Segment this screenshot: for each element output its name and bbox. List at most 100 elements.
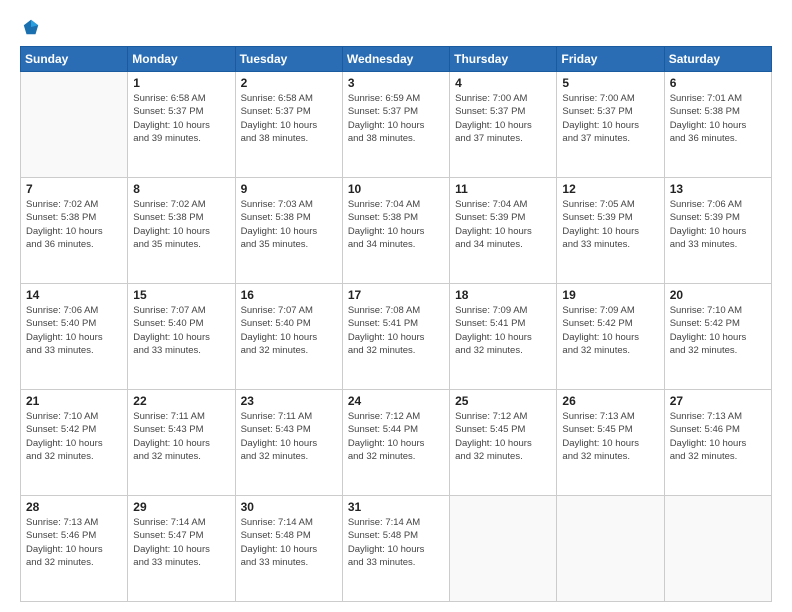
day-number: 17	[348, 288, 444, 302]
calendar-cell: 30 Sunrise: 7:14 AM Sunset: 5:48 PM Dayli…	[235, 496, 342, 602]
day-info: Sunrise: 7:14 AM Sunset: 5:48 PM Dayligh…	[241, 516, 337, 569]
calendar-cell: 15 Sunrise: 7:07 AM Sunset: 5:40 PM Dayli…	[128, 284, 235, 390]
calendar-cell: 28 Sunrise: 7:13 AM Sunset: 5:46 PM Dayli…	[21, 496, 128, 602]
day-info: Sunrise: 7:06 AM Sunset: 5:40 PM Dayligh…	[26, 304, 122, 357]
day-header-friday: Friday	[557, 47, 664, 72]
day-info: Sunrise: 7:11 AM Sunset: 5:43 PM Dayligh…	[241, 410, 337, 463]
day-number: 1	[133, 76, 229, 90]
calendar-cell: 13 Sunrise: 7:06 AM Sunset: 5:39 PM Dayli…	[664, 178, 771, 284]
day-info: Sunrise: 7:02 AM Sunset: 5:38 PM Dayligh…	[26, 198, 122, 251]
day-number: 6	[670, 76, 766, 90]
calendar-cell: 14 Sunrise: 7:06 AM Sunset: 5:40 PM Dayli…	[21, 284, 128, 390]
calendar-table: SundayMondayTuesdayWednesdayThursdayFrid…	[20, 46, 772, 602]
day-info: Sunrise: 7:13 AM Sunset: 5:46 PM Dayligh…	[26, 516, 122, 569]
day-info: Sunrise: 6:58 AM Sunset: 5:37 PM Dayligh…	[133, 92, 229, 145]
calendar-cell: 2 Sunrise: 6:58 AM Sunset: 5:37 PM Daylig…	[235, 72, 342, 178]
day-number: 21	[26, 394, 122, 408]
day-info: Sunrise: 7:12 AM Sunset: 5:44 PM Dayligh…	[348, 410, 444, 463]
logo-icon	[22, 18, 40, 36]
day-number: 27	[670, 394, 766, 408]
day-info: Sunrise: 7:00 AM Sunset: 5:37 PM Dayligh…	[455, 92, 551, 145]
day-info: Sunrise: 7:11 AM Sunset: 5:43 PM Dayligh…	[133, 410, 229, 463]
day-info: Sunrise: 7:09 AM Sunset: 5:41 PM Dayligh…	[455, 304, 551, 357]
day-number: 2	[241, 76, 337, 90]
calendar-cell: 29Sunrise: 7:14 AM Sunset: 5:47 PM Dayli…	[128, 496, 235, 602]
day-number: 15	[133, 288, 229, 302]
calendar-cell: 3 Sunrise: 6:59 AM Sunset: 5:37 PM Daylig…	[342, 72, 449, 178]
calendar-cell: 10 Sunrise: 7:04 AM Sunset: 5:38 PM Dayli…	[342, 178, 449, 284]
day-info: Sunrise: 7:14 AM Sunset: 5:48 PM Dayligh…	[348, 516, 444, 569]
day-info: Sunrise: 7:05 AM Sunset: 5:39 PM Dayligh…	[562, 198, 658, 251]
calendar-week-4: 28 Sunrise: 7:13 AM Sunset: 5:46 PM Dayli…	[21, 496, 772, 602]
calendar-cell: 19 Sunrise: 7:09 AM Sunset: 5:42 PM Dayli…	[557, 284, 664, 390]
calendar-cell: 22 Sunrise: 7:11 AM Sunset: 5:43 PM Dayli…	[128, 390, 235, 496]
calendar-header-row: SundayMondayTuesdayWednesdayThursdayFrid…	[21, 47, 772, 72]
day-number: 23	[241, 394, 337, 408]
calendar-cell: 7 Sunrise: 7:02 AM Sunset: 5:38 PM Daylig…	[21, 178, 128, 284]
calendar-cell: 17 Sunrise: 7:08 AM Sunset: 5:41 PM Dayli…	[342, 284, 449, 390]
calendar-cell: 11Sunrise: 7:04 AM Sunset: 5:39 PM Dayli…	[450, 178, 557, 284]
day-info: Sunrise: 7:00 AM Sunset: 5:37 PM Dayligh…	[562, 92, 658, 145]
day-header-saturday: Saturday	[664, 47, 771, 72]
day-info: Sunrise: 7:07 AM Sunset: 5:40 PM Dayligh…	[241, 304, 337, 357]
day-number: 25	[455, 394, 551, 408]
calendar-cell	[557, 496, 664, 602]
calendar-cell: 16 Sunrise: 7:07 AM Sunset: 5:40 PM Dayli…	[235, 284, 342, 390]
day-number: 28	[26, 500, 122, 514]
day-number: 9	[241, 182, 337, 196]
day-info: Sunrise: 6:59 AM Sunset: 5:37 PM Dayligh…	[348, 92, 444, 145]
calendar-cell	[21, 72, 128, 178]
calendar-cell: 4Sunrise: 7:00 AM Sunset: 5:37 PM Daylig…	[450, 72, 557, 178]
calendar-cell: 21Sunrise: 7:10 AM Sunset: 5:42 PM Dayli…	[21, 390, 128, 496]
calendar-week-1: 7 Sunrise: 7:02 AM Sunset: 5:38 PM Daylig…	[21, 178, 772, 284]
day-info: Sunrise: 7:10 AM Sunset: 5:42 PM Dayligh…	[670, 304, 766, 357]
day-number: 3	[348, 76, 444, 90]
calendar-cell: 27 Sunrise: 7:13 AM Sunset: 5:46 PM Dayli…	[664, 390, 771, 496]
day-number: 31	[348, 500, 444, 514]
day-number: 18	[455, 288, 551, 302]
day-number: 8	[133, 182, 229, 196]
logo	[20, 18, 40, 36]
day-info: Sunrise: 7:07 AM Sunset: 5:40 PM Dayligh…	[133, 304, 229, 357]
calendar-week-2: 14 Sunrise: 7:06 AM Sunset: 5:40 PM Dayli…	[21, 284, 772, 390]
day-info: Sunrise: 7:02 AM Sunset: 5:38 PM Dayligh…	[133, 198, 229, 251]
day-number: 22	[133, 394, 229, 408]
calendar-cell: 26 Sunrise: 7:13 AM Sunset: 5:45 PM Dayli…	[557, 390, 664, 496]
day-number: 11	[455, 182, 551, 196]
day-number: 30	[241, 500, 337, 514]
day-number: 12	[562, 182, 658, 196]
calendar-cell	[664, 496, 771, 602]
day-info: Sunrise: 7:13 AM Sunset: 5:46 PM Dayligh…	[670, 410, 766, 463]
day-info: Sunrise: 7:04 AM Sunset: 5:38 PM Dayligh…	[348, 198, 444, 251]
day-info: Sunrise: 7:01 AM Sunset: 5:38 PM Dayligh…	[670, 92, 766, 145]
day-info: Sunrise: 7:03 AM Sunset: 5:38 PM Dayligh…	[241, 198, 337, 251]
day-number: 19	[562, 288, 658, 302]
calendar-cell: 9 Sunrise: 7:03 AM Sunset: 5:38 PM Daylig…	[235, 178, 342, 284]
calendar-cell: 6 Sunrise: 7:01 AM Sunset: 5:38 PM Daylig…	[664, 72, 771, 178]
calendar-cell: 23 Sunrise: 7:11 AM Sunset: 5:43 PM Dayli…	[235, 390, 342, 496]
calendar-page: SundayMondayTuesdayWednesdayThursdayFrid…	[0, 0, 792, 612]
day-header-monday: Monday	[128, 47, 235, 72]
day-number: 10	[348, 182, 444, 196]
day-header-sunday: Sunday	[21, 47, 128, 72]
day-number: 5	[562, 76, 658, 90]
calendar-cell: 8 Sunrise: 7:02 AM Sunset: 5:38 PM Daylig…	[128, 178, 235, 284]
day-info: Sunrise: 6:58 AM Sunset: 5:37 PM Dayligh…	[241, 92, 337, 145]
calendar-cell: 12 Sunrise: 7:05 AM Sunset: 5:39 PM Dayli…	[557, 178, 664, 284]
day-info: Sunrise: 7:08 AM Sunset: 5:41 PM Dayligh…	[348, 304, 444, 357]
calendar-cell: 31 Sunrise: 7:14 AM Sunset: 5:48 PM Dayli…	[342, 496, 449, 602]
day-info: Sunrise: 7:13 AM Sunset: 5:45 PM Dayligh…	[562, 410, 658, 463]
day-header-wednesday: Wednesday	[342, 47, 449, 72]
day-info: Sunrise: 7:06 AM Sunset: 5:39 PM Dayligh…	[670, 198, 766, 251]
day-header-tuesday: Tuesday	[235, 47, 342, 72]
day-number: 14	[26, 288, 122, 302]
calendar-cell: 25Sunrise: 7:12 AM Sunset: 5:45 PM Dayli…	[450, 390, 557, 496]
day-number: 7	[26, 182, 122, 196]
day-number: 24	[348, 394, 444, 408]
day-number: 13	[670, 182, 766, 196]
day-header-thursday: Thursday	[450, 47, 557, 72]
day-info: Sunrise: 7:09 AM Sunset: 5:42 PM Dayligh…	[562, 304, 658, 357]
calendar-cell: 20Sunrise: 7:10 AM Sunset: 5:42 PM Dayli…	[664, 284, 771, 390]
day-number: 16	[241, 288, 337, 302]
day-number: 26	[562, 394, 658, 408]
